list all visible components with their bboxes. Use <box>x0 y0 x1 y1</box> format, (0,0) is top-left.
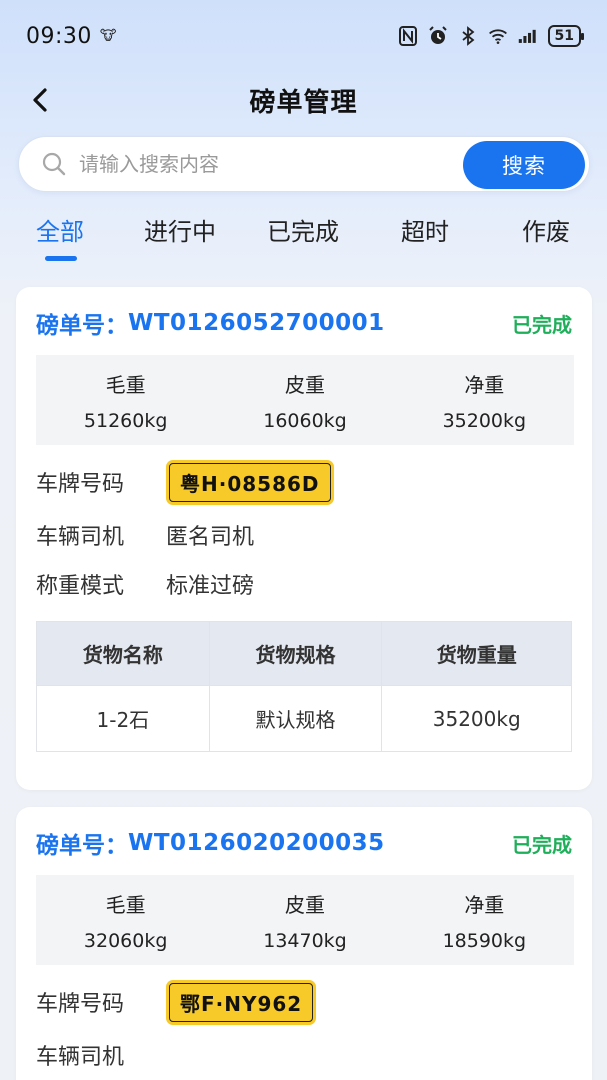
back-button[interactable] <box>22 82 58 118</box>
status-bar: 09:30 🐮 51 <box>0 0 607 72</box>
gross-weight-label: 毛重 <box>105 372 146 397</box>
mode-value: 标准过磅 <box>166 574 255 599</box>
nav-bar: 磅单管理 <box>0 72 607 128</box>
goods-spec-header: 货物规格 <box>208 621 383 686</box>
order-number: WT0126052700001 <box>128 310 385 336</box>
license-plate: 粤H·08586D <box>166 459 334 505</box>
signal-icon <box>518 26 538 46</box>
bluetooth-icon <box>458 26 478 46</box>
tare-weight-value: 13470kg <box>263 929 347 952</box>
tab-voided[interactable]: 作废 <box>522 212 570 247</box>
gross-weight: 毛重 51260kg <box>36 355 215 445</box>
tare-weight-label: 皮重 <box>284 372 325 397</box>
order-number: WT0126020200035 <box>128 830 385 856</box>
table-row: 1-2石 默认规格 35200kg <box>36 685 572 752</box>
tab-timeout[interactable]: 超时 <box>401 212 449 247</box>
status-tabs: 全部 进行中 已完成 超时 作废 <box>0 206 607 266</box>
tare-weight: 皮重 13470kg <box>215 875 394 965</box>
status-badge: 已完成 <box>512 312 572 337</box>
status-icons: 51 <box>398 25 585 47</box>
net-weight: 净重 35200kg <box>395 355 574 445</box>
cow-notification-icon: 🐮 <box>99 28 117 44</box>
driver-value: 匿名司机 <box>166 525 255 550</box>
goods-name-header: 货物名称 <box>36 621 210 686</box>
card-header: 磅单号： WT0126020200035 已完成 <box>36 825 572 861</box>
tab-in-progress[interactable]: 进行中 <box>144 212 216 247</box>
wifi-icon <box>488 26 508 46</box>
order-number-label: 磅单号： <box>36 833 128 859</box>
gross-weight-value: 32060kg <box>83 929 168 952</box>
plate-row: 车牌号码 鄂F·NY962 <box>36 979 317 1025</box>
mode-label: 称重模式 <box>36 574 125 599</box>
tare-weight-label: 皮重 <box>284 892 325 917</box>
driver-row: 车辆司机 匿名司机 <box>36 513 254 557</box>
plate-label: 车牌号码 <box>36 992 125 1017</box>
tare-weight-value: 16060kg <box>263 409 347 432</box>
gross-weight: 毛重 32060kg <box>36 875 215 965</box>
status-badge: 已完成 <box>512 832 572 857</box>
weigh-order-card[interactable]: 磅单号： WT0126052700001 已完成 毛重 51260kg 皮重 1… <box>16 287 592 790</box>
goods-weight-cell: 35200kg <box>381 685 572 752</box>
gross-weight-value: 51260kg <box>83 409 168 432</box>
tab-all[interactable]: 全部 <box>36 212 84 247</box>
net-weight-label: 净重 <box>464 892 505 917</box>
nfc-icon <box>398 26 418 46</box>
tab-completed[interactable]: 已完成 <box>267 212 339 247</box>
weigh-order-card[interactable]: 磅单号： WT0126020200035 已完成 毛重 32060kg 皮重 1… <box>16 807 592 1080</box>
goods-table: 货物名称 货物规格 货物重量 1-2石 默认规格 35200kg <box>36 621 572 752</box>
search-icon <box>42 152 66 176</box>
goods-table-header: 货物名称 货物规格 货物重量 <box>36 621 572 686</box>
alarm-icon <box>428 26 448 46</box>
chevron-left-icon <box>33 88 47 112</box>
tare-weight: 皮重 16060kg <box>215 355 394 445</box>
weights-panel: 毛重 51260kg 皮重 16060kg 净重 35200kg <box>36 355 574 445</box>
driver-label: 车辆司机 <box>36 1045 125 1070</box>
goods-name-cell: 1-2石 <box>36 685 210 752</box>
weights-panel: 毛重 32060kg 皮重 13470kg 净重 18590kg <box>36 875 574 965</box>
goods-weight-header: 货物重量 <box>381 621 572 686</box>
net-weight: 净重 18590kg <box>395 875 574 965</box>
mode-row: 称重模式 标准过磅 <box>36 562 254 606</box>
status-time: 09:30 <box>26 23 92 49</box>
net-weight-value: 35200kg <box>442 409 527 432</box>
search-button[interactable]: 搜索 <box>463 141 585 189</box>
battery-indicator: 51 <box>547 25 585 47</box>
license-plate-text: 鄂F·NY962 <box>169 982 314 1022</box>
plate-label: 车牌号码 <box>36 472 125 497</box>
order-number-label: 磅单号： <box>36 313 128 339</box>
license-plate-text: 粤H·08586D <box>169 462 331 502</box>
card-header: 磅单号： WT0126052700001 已完成 <box>36 305 572 341</box>
goods-spec-cell: 默认规格 <box>208 685 383 752</box>
net-weight-label: 净重 <box>464 372 505 397</box>
net-weight-value: 18590kg <box>442 929 527 952</box>
license-plate: 鄂F·NY962 <box>166 979 317 1025</box>
active-tab-indicator <box>45 256 77 261</box>
page-title: 磅单管理 <box>249 87 358 118</box>
driver-row: 车辆司机 <box>36 1033 166 1077</box>
driver-label: 车辆司机 <box>36 525 125 550</box>
gross-weight-label: 毛重 <box>105 892 146 917</box>
search-bar: 搜索 <box>18 136 590 192</box>
plate-row: 车牌号码 粤H·08586D <box>36 459 334 505</box>
